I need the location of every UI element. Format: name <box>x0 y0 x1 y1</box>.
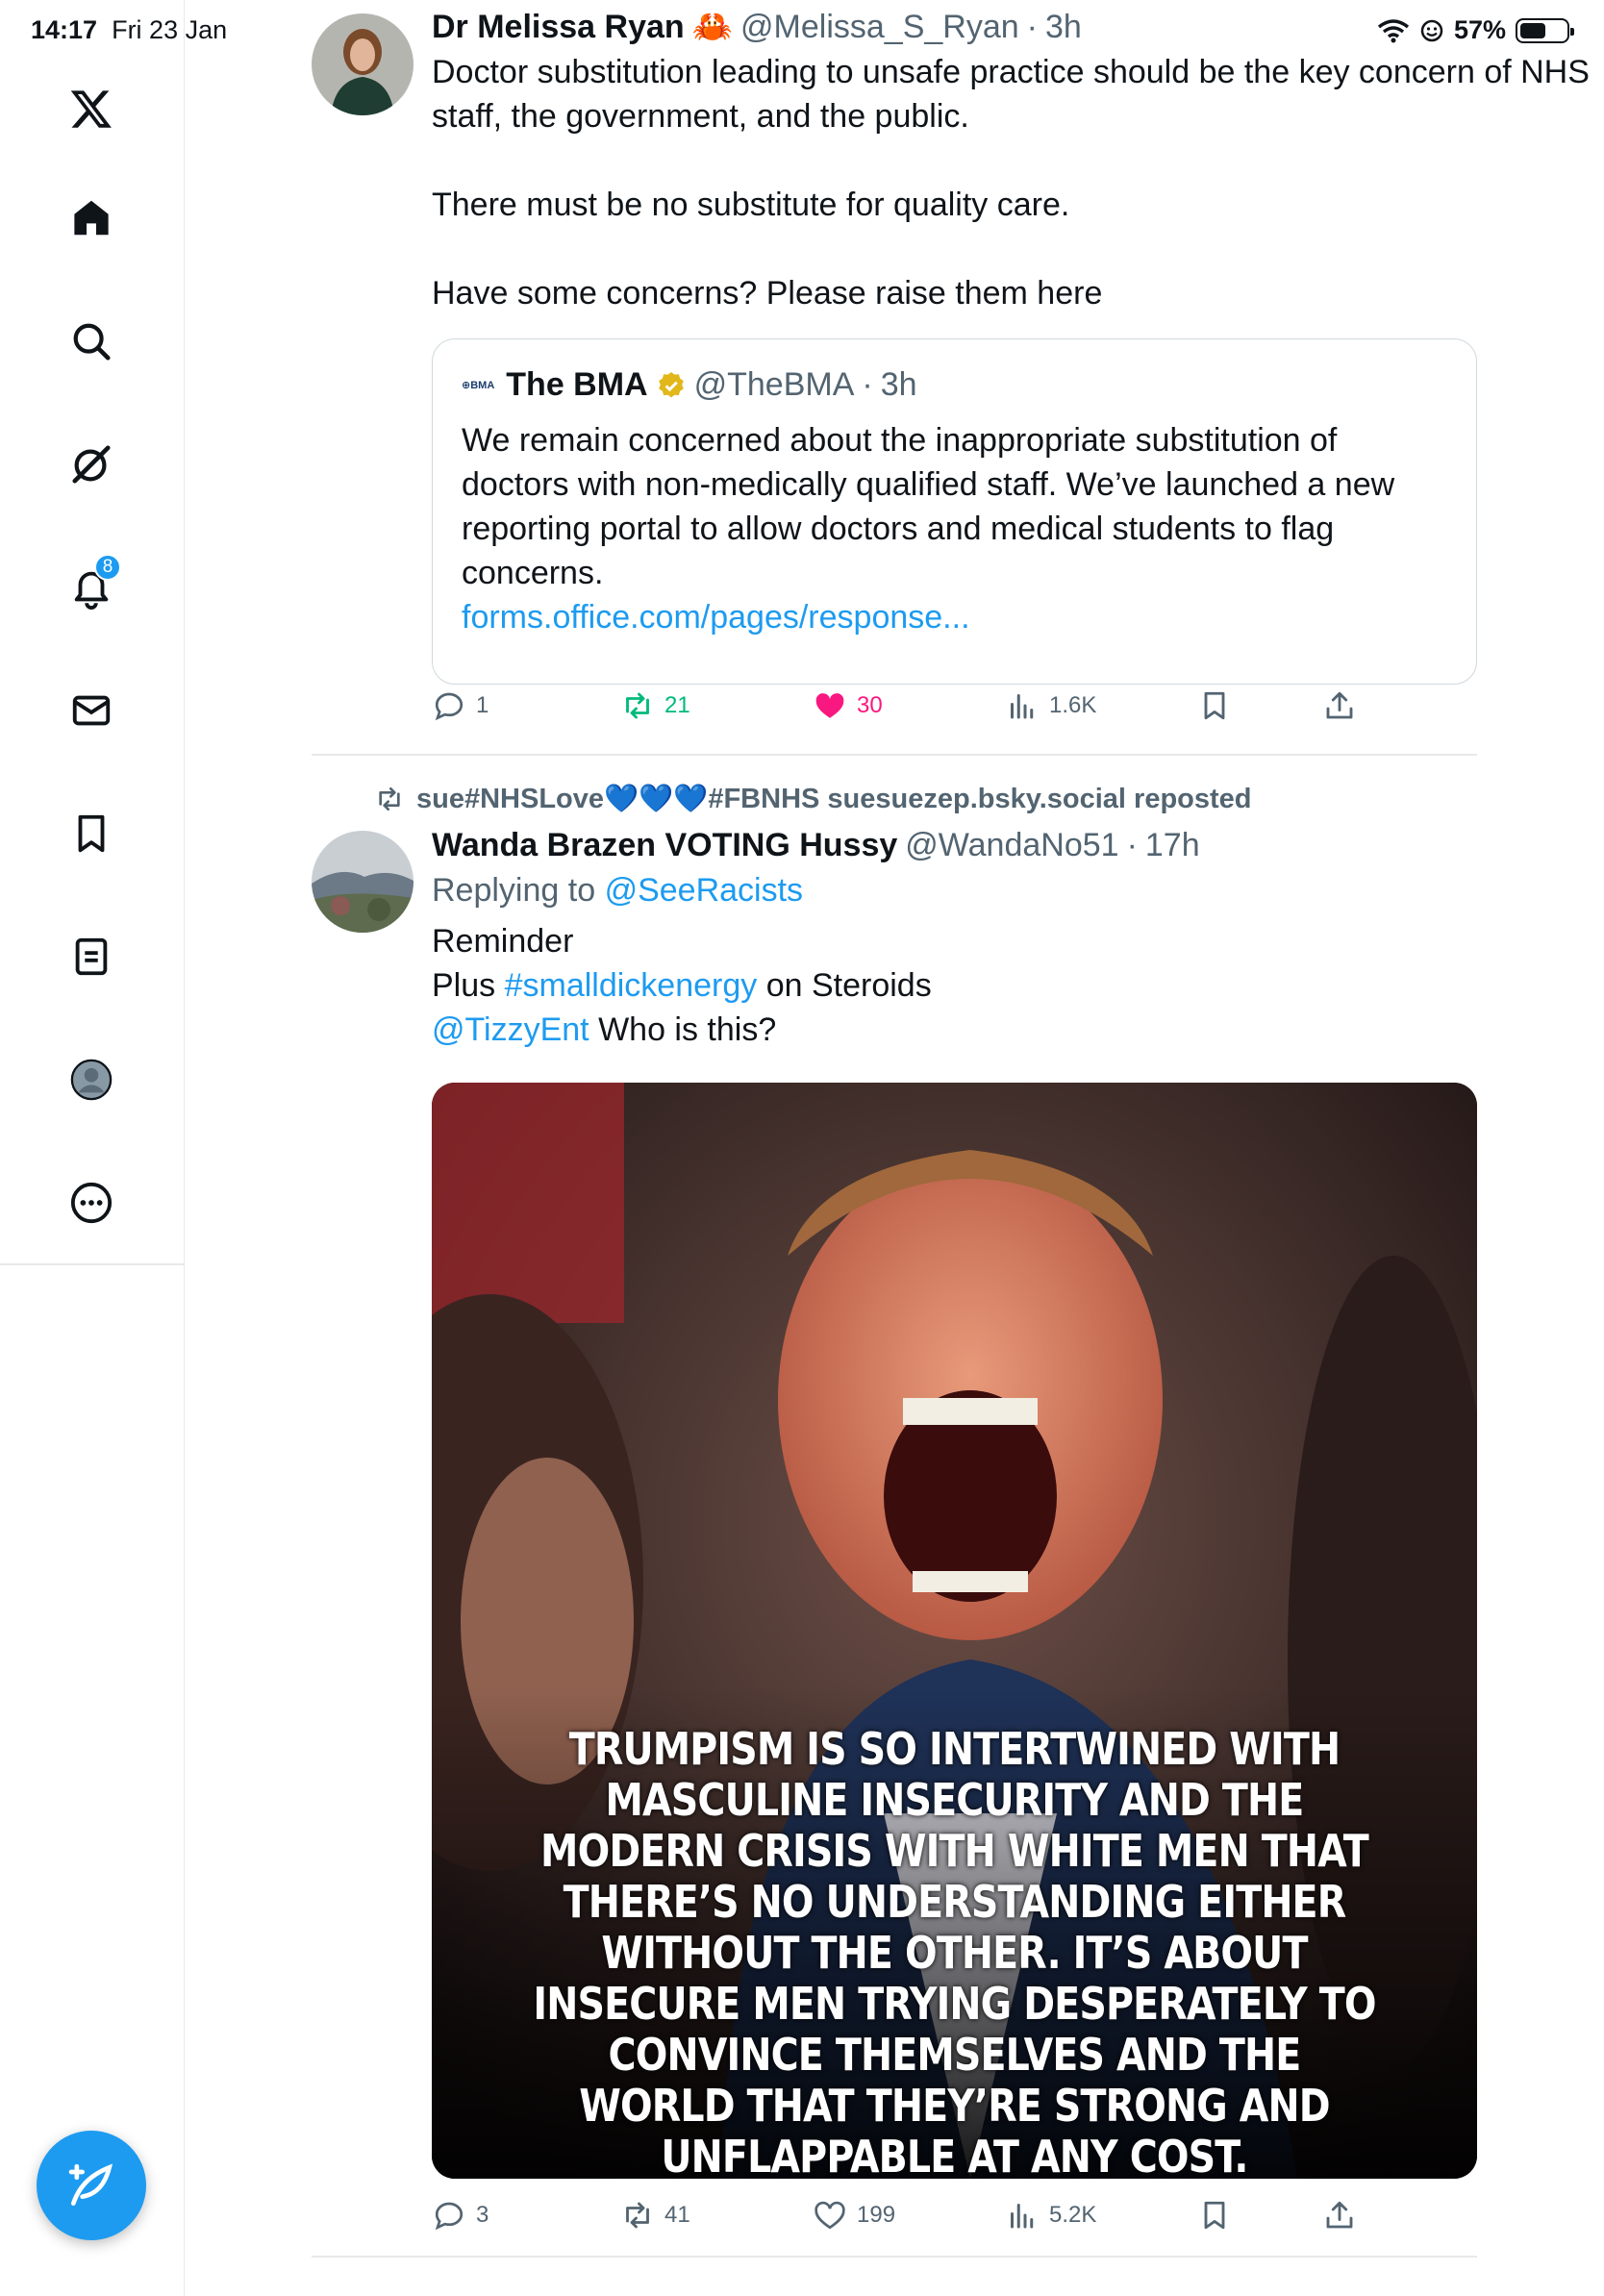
share-icon <box>1326 2201 1353 2229</box>
reply-icon <box>435 2202 464 2231</box>
x-logo-icon[interactable] <box>65 83 117 135</box>
share-button[interactable] <box>1322 688 1357 723</box>
tweet-header: Wanda Brazen VOTING Hussy @WandaNo51 · 1… <box>432 827 1200 864</box>
timeline: Dr Melissa Ryan 🦀 @Melissa_S_Ryan · 3h D… <box>185 0 1604 2296</box>
messages-icon[interactable] <box>65 685 117 736</box>
repost-small-icon <box>379 787 400 811</box>
views-button[interactable]: 1.6K <box>1005 688 1096 723</box>
crab-emoji: 🦀 <box>691 9 734 45</box>
quote-author-handle: @TheBMA <box>693 366 855 403</box>
sidebar-divider <box>0 1263 185 1265</box>
text-line-1: Reminder <box>432 923 574 960</box>
verified-gold-badge-icon <box>658 371 684 397</box>
repost-count: 21 <box>664 692 690 718</box>
view-count: 1.6K <box>1049 692 1097 718</box>
quote-author-name: The BMA <box>506 366 648 403</box>
bookmarks-icon[interactable] <box>65 808 117 860</box>
reply-button[interactable]: 1 <box>432 688 489 723</box>
profile-avatar-icon[interactable] <box>65 1054 117 1106</box>
like-count: 30 <box>857 692 883 718</box>
notifications-icon[interactable]: 8 <box>65 554 121 613</box>
grok-icon[interactable] <box>65 438 117 490</box>
search-icon[interactable] <box>65 315 117 367</box>
text-line-2: Plus #smalldickenergy on Steroids <box>432 967 932 1004</box>
image-overlay-text: TRUMPISM IS SO INTERTWINED WITH MASCULIN… <box>533 1723 1376 2180</box>
like-button[interactable]: 30 <box>813 688 883 723</box>
reply-count: 3 <box>476 2202 489 2228</box>
author-handle[interactable]: @WandaNo51 <box>905 827 1118 864</box>
quote-text-block: We remain concerned about the inappropri… <box>462 418 1452 639</box>
share-icon <box>1326 691 1353 719</box>
avatar[interactable] <box>312 831 414 933</box>
views-chart-icon <box>1011 2204 1034 2229</box>
heart-outline-icon <box>815 2201 845 2230</box>
author-name[interactable]: Dr Melissa Ryan <box>432 9 685 46</box>
tweet-divider <box>312 754 1477 756</box>
repost-button[interactable]: 41 <box>620 2198 690 2233</box>
tweet-image[interactable]: TRUMPISM IS SO INTERTWINED WITH MASCULIN… <box>432 1083 1477 2179</box>
text-line-3: @TizzyEnt Who is this? <box>432 1011 777 1048</box>
timestamp[interactable]: 3h <box>1045 9 1082 46</box>
timestamp[interactable]: 17h <box>1145 827 1200 864</box>
compose-post-button[interactable] <box>37 2131 146 2240</box>
more-options-icon[interactable] <box>65 1177 117 1229</box>
reply-icon <box>435 692 464 721</box>
compose-feather-icon <box>68 2163 113 2206</box>
author-name[interactable]: Wanda Brazen VOTING Hussy <box>432 827 897 864</box>
tweet-header: Dr Melissa Ryan 🦀 @Melissa_S_Ryan · 3h <box>432 8 1082 46</box>
views-button[interactable]: 5.2K <box>1005 2198 1096 2233</box>
replying-to: Replying to @SeeRacists <box>432 872 804 909</box>
bookmark-button[interactable] <box>1197 688 1232 723</box>
tweet-text: Reminder Plus #smalldickenergy on Steroi… <box>432 919 1604 1052</box>
tweet-divider <box>312 2256 1477 2258</box>
quoted-tweet[interactable]: ⊕BMA The BMA @TheBMA · 3h We remain conc… <box>432 338 1477 685</box>
quote-timestamp: 3h <box>880 366 917 403</box>
tweet-wanda-brazen[interactable]: sue#NHSLove💙💙💙#FBNHS suesuezep.bsky.soci… <box>312 779 1604 2259</box>
mention-link[interactable]: @TizzyEnt <box>432 1011 589 1048</box>
tweet-text: Doctor substitution leading to unsafe pr… <box>432 54 1590 312</box>
bookmark-icon <box>1204 691 1225 720</box>
views-chart-icon <box>1011 694 1034 719</box>
quote-text: We remain concerned about the inappropri… <box>462 422 1395 591</box>
reply-button[interactable]: 3 <box>432 2198 489 2233</box>
repost-icon <box>626 692 649 719</box>
tweet-melissa-ryan[interactable]: Dr Melissa Ryan 🦀 @Melissa_S_Ryan · 3h D… <box>312 9 1604 725</box>
repost-icon <box>626 2202 649 2229</box>
avatar[interactable] <box>312 13 414 115</box>
home-icon[interactable] <box>65 192 117 244</box>
reply-count: 1 <box>476 692 489 718</box>
like-count: 199 <box>857 2202 896 2228</box>
author-handle[interactable]: @Melissa_S_Ryan <box>740 9 1019 46</box>
repost-count: 41 <box>664 2202 690 2228</box>
bookmark-button[interactable] <box>1197 2198 1232 2233</box>
repost-button[interactable]: 21 <box>620 688 690 723</box>
view-count: 5.2K <box>1049 2202 1097 2228</box>
share-button[interactable] <box>1322 2198 1357 2233</box>
bookmark-icon <box>1204 2201 1225 2230</box>
hashtag-link[interactable]: #smalldickenergy <box>505 967 758 1004</box>
bma-logo: ⊕BMA <box>462 380 495 391</box>
tweet-actions: 3 41 199 5.2K <box>432 2198 1477 2240</box>
lists-icon[interactable] <box>65 931 117 983</box>
tweet-actions: 1 21 30 1.6K <box>432 688 1477 731</box>
repost-context[interactable]: sue#NHSLove💙💙💙#FBNHS suesuezep.bsky.soci… <box>374 783 1252 815</box>
quote-link[interactable]: forms.office.com/pages/response... <box>462 599 970 636</box>
heart-filled-icon <box>815 693 844 718</box>
sidebar: 8 <box>0 0 185 2296</box>
quote-header: ⊕BMA The BMA @TheBMA · 3h <box>462 366 917 403</box>
replying-to-handle[interactable]: @SeeRacists <box>605 872 803 909</box>
notifications-badge: 8 <box>94 554 121 581</box>
repost-label: sue#NHSLove💙💙💙#FBNHS suesuezep.bsky.soci… <box>416 784 1252 814</box>
like-button[interactable]: 199 <box>813 2198 895 2233</box>
